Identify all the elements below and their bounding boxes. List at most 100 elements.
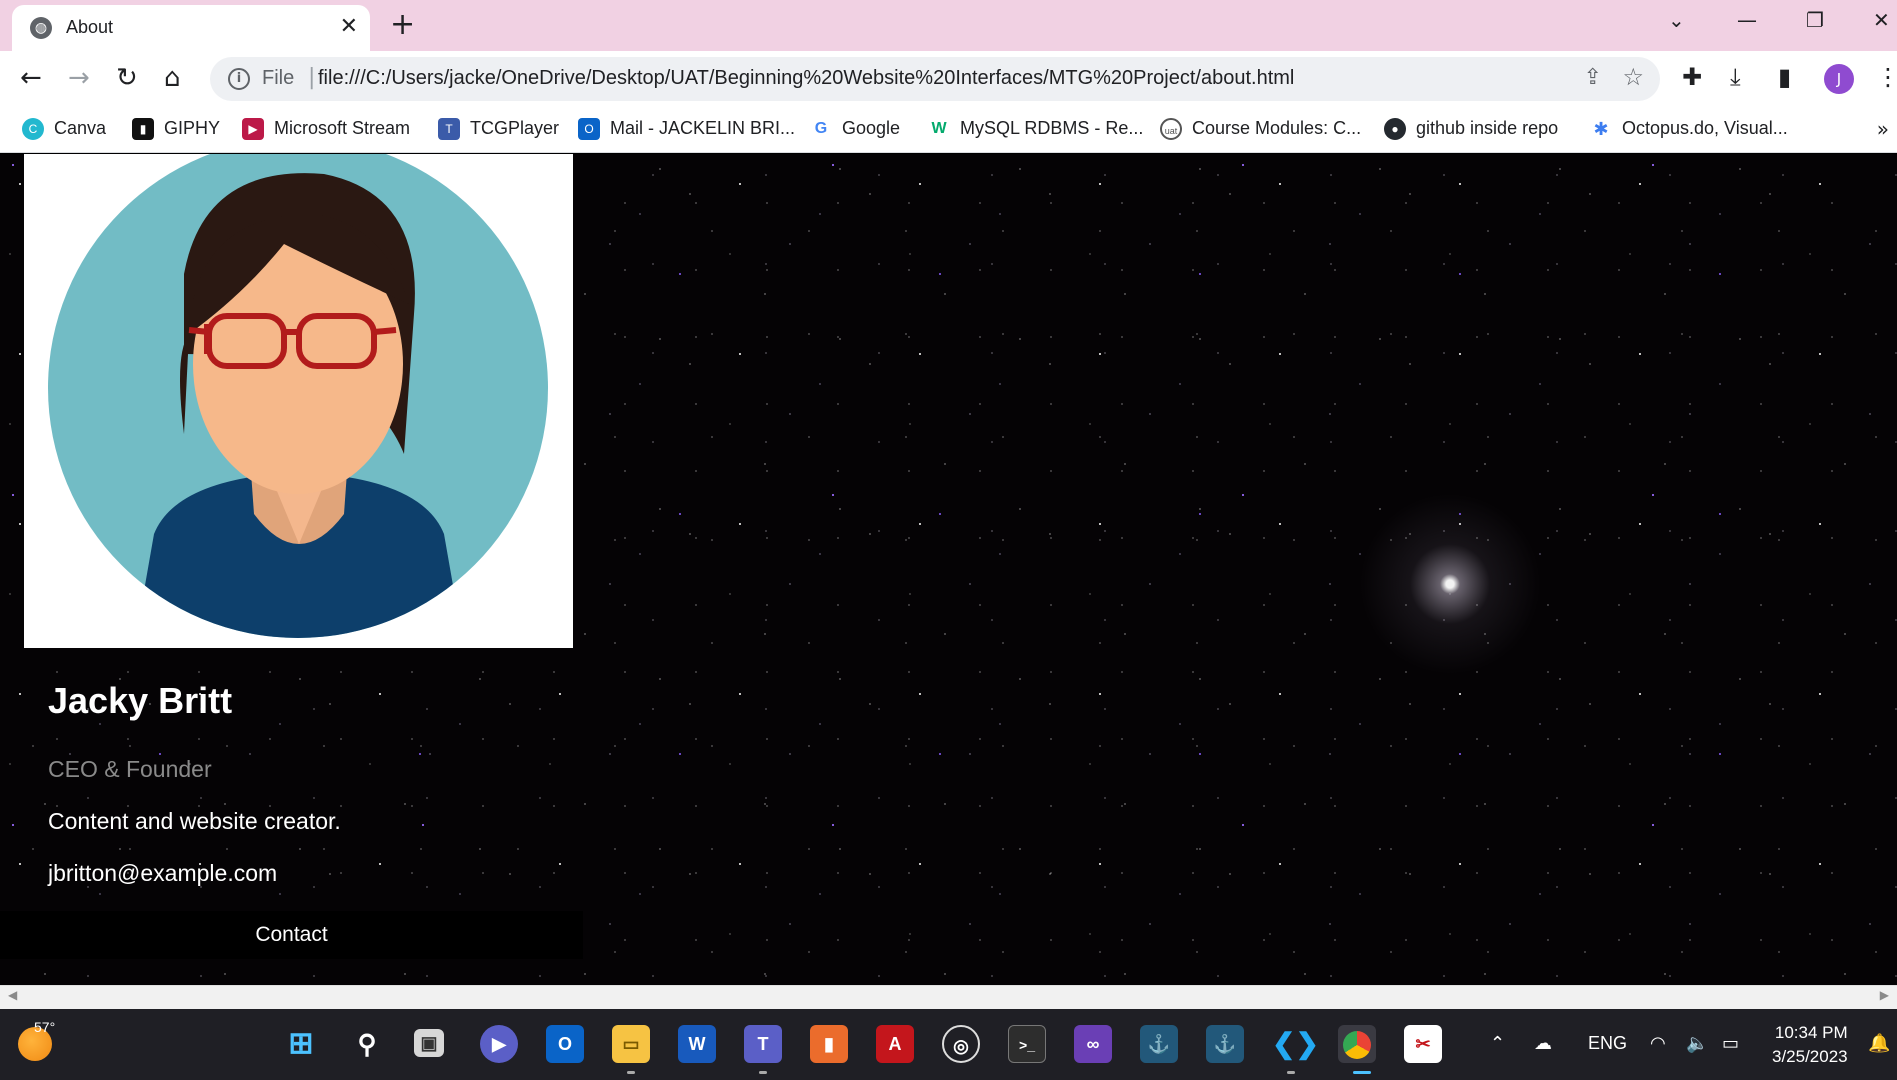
page-viewport: Jacky Britt CEO & Founder Content and we… [0, 154, 1897, 985]
profile-name: Jacky Britt [48, 680, 233, 721]
teams-meet-icon[interactable]: ▶ [480, 1025, 518, 1063]
profile-description: Content and website creator. [48, 808, 341, 834]
url-scheme: File [262, 67, 295, 89]
bookmark-label: TCGPlayer [470, 118, 560, 138]
w3schools-icon: W [928, 118, 950, 141]
share-icon[interactable]: ⇪ [1584, 65, 1602, 90]
visual-studio-icon[interactable]: ∞ [1074, 1025, 1112, 1063]
notifications-icon[interactable]: 🔔 [1868, 1033, 1890, 1054]
outlook-icon[interactable]: O [546, 1025, 584, 1063]
canva-icon: C [22, 118, 44, 141]
teams-icon[interactable]: T [744, 1025, 782, 1063]
bookmark-label: MySQL RDBMS - Re... [960, 118, 1144, 138]
tab-search-icon[interactable]: ⌄ [1668, 8, 1685, 32]
scroll-left-icon[interactable]: ◀ [8, 988, 17, 1002]
onedrive-icon[interactable]: ☁ [1534, 1033, 1552, 1054]
wifi-icon[interactable]: ◠ [1650, 1033, 1666, 1054]
task-view-icon[interactable]: ▣ [414, 1029, 444, 1057]
weather-temp: 57° [34, 1019, 56, 1035]
tcgplayer-icon: T [438, 118, 460, 141]
bookmark-label: Microsoft Stream [274, 118, 411, 138]
tab-close-icon[interactable]: ✕ [340, 14, 358, 39]
vscode-icon[interactable]: ❮❯ [1272, 1025, 1319, 1063]
running-indicator [759, 1071, 767, 1074]
bookmark-github[interactable]: ● github inside repo [1384, 118, 1559, 141]
chrome-icon[interactable] [1338, 1025, 1376, 1063]
minimize-icon[interactable]: — [1737, 8, 1757, 32]
url-text[interactable]: file:///C:/Users/jacke/OneDrive/Desktop/… [318, 67, 1294, 90]
profile-role: CEO & Founder [48, 756, 212, 782]
extensions-icon[interactable]: ✚ [1682, 63, 1702, 91]
horizontal-scrollbar[interactable]: ◀ ▶ [0, 985, 1897, 1009]
stream-icon: ▶ [242, 118, 264, 141]
battery-icon[interactable]: ▭ [1722, 1033, 1739, 1054]
close-window-icon[interactable]: ✕ [1873, 8, 1890, 32]
bookmark-octopus[interactable]: ✱ Octopus.do, Visual... [1590, 118, 1788, 141]
acrobat-icon[interactable]: A [876, 1025, 914, 1063]
mysql-workbench-icon[interactable]: ⚓ [1140, 1025, 1178, 1063]
language-indicator[interactable]: ENG [1588, 1033, 1627, 1054]
search-icon[interactable]: ⚲ [348, 1025, 386, 1063]
restore-icon[interactable]: ❐ [1806, 8, 1824, 32]
snipping-tool-icon[interactable]: ✂ [1404, 1025, 1442, 1063]
reload-icon[interactable]: ↻ [116, 63, 138, 93]
bookmark-label: GIPHY [164, 118, 221, 138]
download-icon[interactable]: ⤓ [1730, 63, 1741, 91]
bookmark-label: Canva [54, 118, 107, 138]
bookmark-label: Mail - JACKELIN BRI... [610, 118, 796, 138]
uat-icon: uat [1160, 118, 1182, 141]
profile-avatar[interactable]: J [1824, 64, 1854, 94]
github-icon: ● [1384, 118, 1406, 141]
browser-toolbar: ← → ↻ ⌂ i File | file:///C:/Users/jacke/… [0, 51, 1897, 107]
bookmark-label: Google [842, 118, 901, 138]
profile-email: jbritton@example.com [48, 860, 278, 886]
globe-icon: ◍ [30, 17, 52, 39]
profile-avatar-image [24, 154, 573, 648]
bookmark-canva[interactable]: C Canva [22, 118, 107, 141]
bookmark-mysql[interactable]: W MySQL RDBMS - Re... [928, 118, 1144, 141]
tab-strip: ◍ About ✕ + ⌄ — ❐ ✕ [0, 0, 1897, 51]
bookmark-tcgplayer[interactable]: T TCGPlayer [438, 118, 560, 141]
bookmark-course[interactable]: uat Course Modules: C... [1160, 118, 1362, 141]
windows-start-icon[interactable]: ⊞ [282, 1025, 320, 1063]
contact-button[interactable]: Contact [0, 911, 583, 959]
show-hidden-icons-icon[interactable]: ⌃ [1490, 1033, 1505, 1054]
back-icon[interactable]: ← [20, 63, 42, 93]
word-icon[interactable]: W [678, 1025, 716, 1063]
forward-icon[interactable]: → [68, 63, 90, 93]
active-indicator [1353, 1071, 1371, 1074]
mysql-workbench-2-icon[interactable]: ⚓ [1206, 1025, 1244, 1063]
address-bar[interactable]: i File | file:///C:/Users/jacke/OneDrive… [210, 57, 1660, 101]
side-panel-icon[interactable]: ▮ [1778, 63, 1791, 91]
google-icon: G [810, 118, 832, 141]
running-indicator [1287, 1071, 1295, 1074]
clock[interactable]: 10:34 PM 3/25/2023 [1772, 1021, 1848, 1069]
bookmark-label: Octopus.do, Visual... [1622, 118, 1788, 138]
home-icon[interactable]: ⌂ [164, 63, 181, 93]
windows-taskbar: 57° ⊞ ⚲ ▣ ▶ O ▭ W T ▮ A ◎ >_ ∞ ⚓ ⚓ ❮❯ ✂ … [0, 1009, 1897, 1080]
bookmark-mail[interactable]: O Mail - JACKELIN BRI... [578, 118, 796, 141]
bookmark-stream[interactable]: ▶ Microsoft Stream [242, 118, 411, 141]
volume-icon[interactable]: 🔈 [1686, 1033, 1708, 1054]
scroll-right-icon[interactable]: ▶ [1880, 988, 1889, 1002]
running-indicator [627, 1071, 635, 1074]
more-bookmarks-icon[interactable]: » [1877, 117, 1889, 141]
bookmark-google[interactable]: G Google [810, 118, 901, 141]
bookmark-label: Course Modules: C... [1192, 118, 1362, 138]
office-icon[interactable]: ▮ [810, 1025, 848, 1063]
terminal-icon[interactable]: >_ [1008, 1025, 1046, 1063]
bookmark-star-icon[interactable]: ☆ [1622, 63, 1644, 91]
obs-icon[interactable]: ◎ [942, 1025, 980, 1063]
site-info-icon[interactable]: i [228, 68, 250, 90]
outlook-icon: O [578, 118, 600, 141]
new-tab-button[interactable]: + [390, 7, 415, 42]
bookmark-giphy[interactable]: ▮ GIPHY [132, 118, 221, 141]
bookmark-label: github inside repo [1416, 118, 1559, 138]
clock-time: 10:34 PM [1774, 1023, 1848, 1042]
file-explorer-icon[interactable]: ▭ [612, 1025, 650, 1063]
menu-icon[interactable]: ⋮ [1876, 63, 1897, 91]
tab-about[interactable]: ◍ About ✕ [12, 5, 370, 51]
bookmarks-bar: C Canva ▮ GIPHY ▶ Microsoft Stream T TCGPlay… [0, 107, 1897, 153]
giphy-icon: ▮ [132, 118, 154, 141]
tab-title: About [66, 17, 114, 37]
